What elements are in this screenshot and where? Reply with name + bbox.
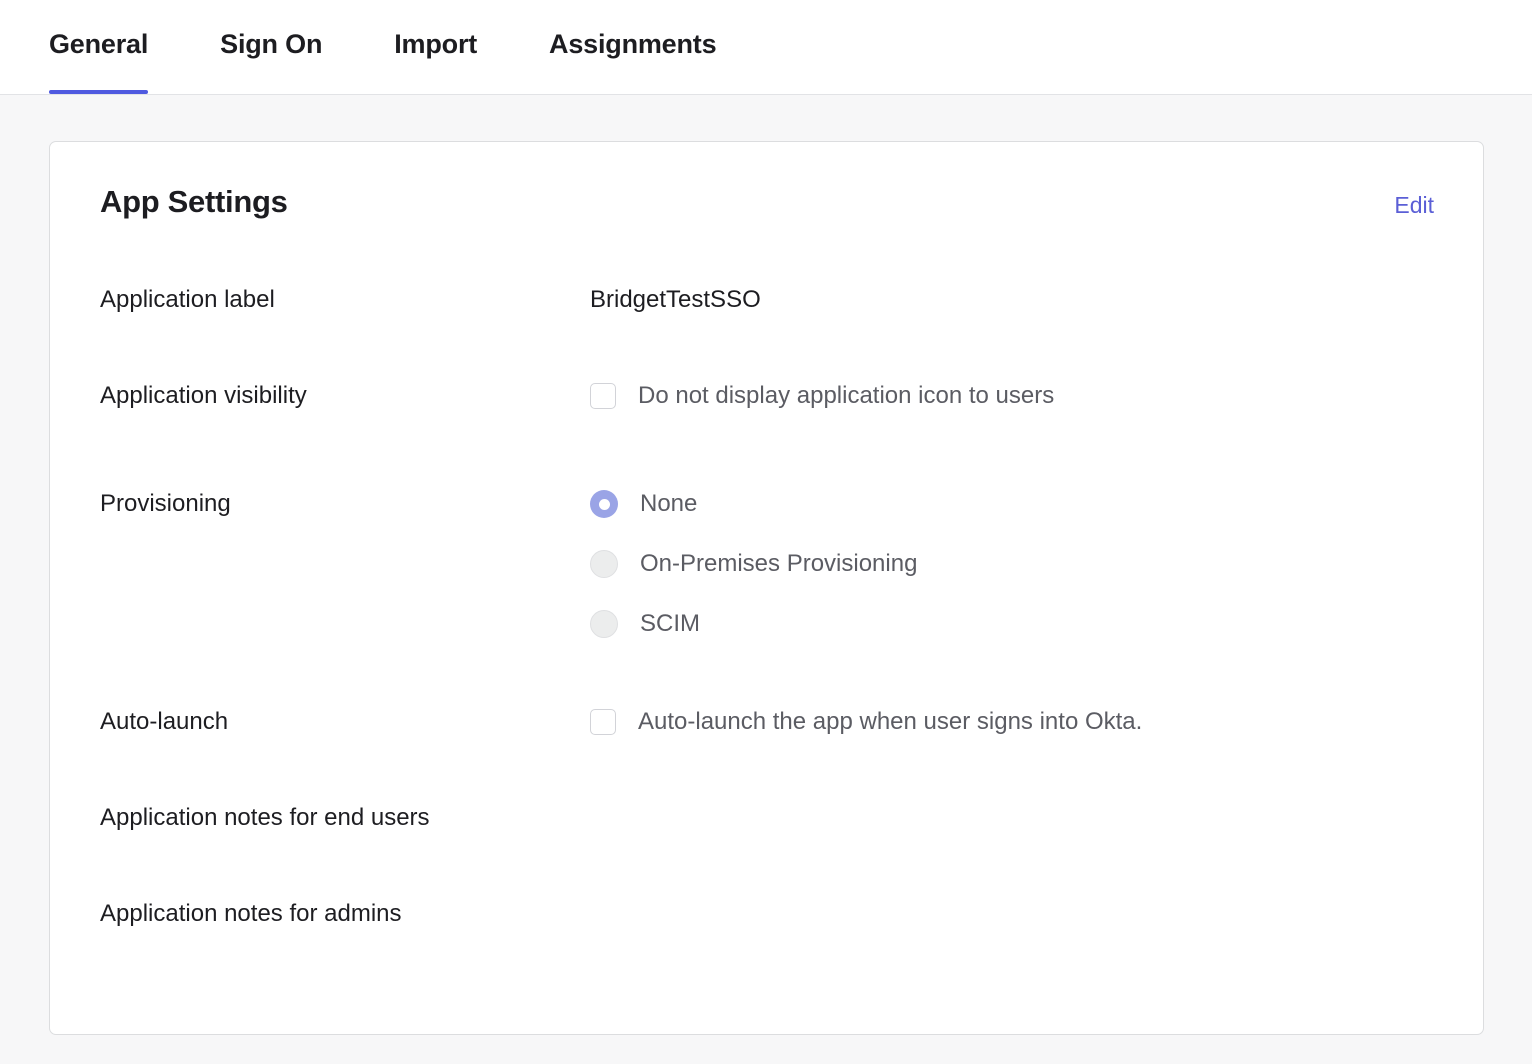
page-title: App Settings xyxy=(100,186,288,217)
hide-icon-checkbox[interactable] xyxy=(590,383,616,409)
notes-end-users-label: Application notes for end users xyxy=(100,803,590,833)
tab-list: General Sign On Import Assignments xyxy=(0,0,1532,94)
row-notes-admins: Application notes for admins xyxy=(100,899,1433,929)
notes-admins-label: Application notes for admins xyxy=(100,899,590,929)
provisioning-value: None On-Premises Provisioning SCIM xyxy=(590,489,1433,639)
provisioning-option-scim[interactable]: SCIM xyxy=(590,609,1433,639)
radio-scim[interactable] xyxy=(590,610,618,638)
provisioning-option-on-premises[interactable]: On-Premises Provisioning xyxy=(590,549,1433,579)
app-settings-card: App Settings Edit Application label Brid… xyxy=(49,141,1484,1035)
tab-bar: General Sign On Import Assignments xyxy=(0,0,1532,95)
application-label-value: BridgetTestSSO xyxy=(590,285,1433,315)
radio-on-premises-provisioning[interactable] xyxy=(590,550,618,578)
tab-general[interactable]: General xyxy=(49,0,148,94)
tab-general-label: General xyxy=(49,29,148,60)
row-auto-launch: Auto-launch Auto-launch the app when use… xyxy=(100,707,1433,737)
provisioning-option-none[interactable]: None xyxy=(590,489,1433,519)
tab-sign-on[interactable]: Sign On xyxy=(220,0,322,94)
application-visibility-value: Do not display application icon to users xyxy=(590,381,1433,411)
tab-assignments[interactable]: Assignments xyxy=(549,0,716,94)
visibility-checkbox-option[interactable]: Do not display application icon to users xyxy=(590,381,1433,411)
auto-launch-label: Auto-launch xyxy=(100,707,590,737)
radio-scim-label: SCIM xyxy=(640,609,700,639)
radio-none[interactable] xyxy=(590,490,618,518)
application-visibility-label: Application visibility xyxy=(100,381,590,411)
tab-sign-on-label: Sign On xyxy=(220,29,322,60)
radio-none-label: None xyxy=(640,489,697,519)
row-provisioning: Provisioning None On-Premises Provisioni… xyxy=(100,489,1433,639)
tab-import-label: Import xyxy=(394,29,477,60)
tab-assignments-label: Assignments xyxy=(549,29,716,60)
settings-list: Application label BridgetTestSSO Applica… xyxy=(100,285,1433,929)
radio-on-premises-provisioning-label: On-Premises Provisioning xyxy=(640,549,917,579)
auto-launch-checkbox[interactable] xyxy=(590,709,616,735)
card-header: App Settings Edit xyxy=(100,186,1433,217)
row-application-label: Application label BridgetTestSSO xyxy=(100,285,1433,315)
hide-icon-checkbox-label: Do not display application icon to users xyxy=(638,381,1054,411)
row-notes-end-users: Application notes for end users xyxy=(100,803,1433,833)
auto-launch-checkbox-label: Auto-launch the app when user signs into… xyxy=(638,707,1142,737)
tab-import[interactable]: Import xyxy=(394,0,477,94)
edit-link[interactable]: Edit xyxy=(1394,194,1434,217)
auto-launch-value: Auto-launch the app when user signs into… xyxy=(590,707,1433,737)
content-area: App Settings Edit Application label Brid… xyxy=(0,95,1532,1035)
application-label-label: Application label xyxy=(100,285,590,315)
auto-launch-checkbox-option[interactable]: Auto-launch the app when user signs into… xyxy=(590,707,1433,737)
row-application-visibility: Application visibility Do not display ap… xyxy=(100,381,1433,411)
provisioning-label: Provisioning xyxy=(100,489,590,519)
